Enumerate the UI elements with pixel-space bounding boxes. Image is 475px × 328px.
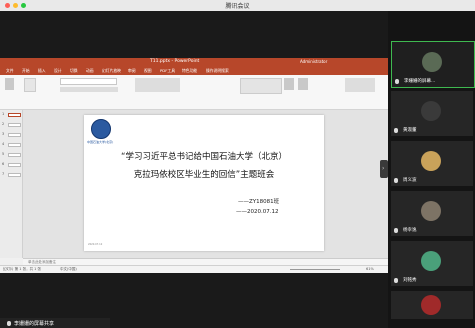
participant-name: 李姗姗的屏幕... — [404, 79, 436, 84]
share-label: 李姗姗的屏幕共享 — [14, 321, 55, 327]
participant-name: 杨幸逸 — [403, 228, 417, 233]
thumb-number: 7 — [2, 172, 5, 176]
ppt-user: Administrator — [300, 59, 328, 64]
powerpoint-window: T11.pptx - PowerPoint Administrator 文件 开… — [0, 58, 388, 273]
arrange-icon[interactable] — [284, 78, 294, 90]
mic-icon — [394, 278, 398, 283]
tab-features[interactable]: 特色功能 — [182, 68, 197, 74]
university-logo — [91, 119, 111, 139]
participant-tile[interactable]: 黄淑董 — [391, 91, 473, 136]
slide-thumbnail[interactable] — [8, 113, 21, 117]
avatar — [421, 251, 441, 271]
font-box[interactable] — [60, 78, 117, 85]
tab-animations[interactable]: 动画 — [86, 68, 94, 74]
ppt-ribbon — [0, 75, 388, 110]
ppt-title-bar: T11.pptx - PowerPoint Administrator — [0, 58, 388, 67]
participant-name: 黄淑董 — [403, 128, 417, 133]
thumb-number: 5 — [2, 152, 5, 156]
tab-insert[interactable]: 插入 — [38, 68, 46, 74]
thumb-number: 6 — [2, 162, 5, 166]
slide-footer-date: 2020.07.12 — [88, 243, 103, 246]
window-title: 腾讯会议 — [225, 3, 250, 10]
participant-tile[interactable]: 李姗姗的屏幕... — [391, 41, 475, 88]
slide-canvas: 中国石油大学(北京) “学习习近平总书记给中国石油大学（北京） 克拉玛依校区毕业… — [23, 110, 388, 258]
participant-tile[interactable]: 刘铭秀 — [391, 241, 473, 286]
quick-styles-icon[interactable] — [298, 78, 308, 90]
current-slide[interactable]: 中国石油大学(北京) “学习习近平总书记给中国石油大学（北京） 克拉玛依校区毕业… — [84, 115, 324, 251]
logo-caption: 中国石油大学(北京) — [87, 140, 114, 144]
participant-tile[interactable]: 杨幸逸 — [391, 191, 473, 236]
tab-file[interactable]: 文件 — [6, 68, 14, 74]
tab-home[interactable]: 开始 — [22, 68, 30, 74]
thumb-number: 2 — [2, 122, 5, 126]
slide-thumbnail[interactable] — [8, 143, 21, 147]
mic-icon — [394, 128, 398, 133]
slide-date: ——2020.07.12 — [236, 209, 279, 215]
language: 中文(中国) — [60, 267, 77, 271]
new-slide-icon[interactable] — [24, 78, 36, 92]
zoom-level: 61% — [366, 267, 374, 271]
slide-thumbnail-pane: 1 2 3 4 5 6 7 — [0, 110, 23, 258]
participant-tile[interactable]: 周义波 — [391, 141, 473, 186]
thumb-number: 3 — [2, 132, 5, 136]
participant-name: 周义波 — [403, 178, 417, 183]
slide-count: 幻灯片 第 1 张，共 1 张 — [3, 267, 42, 271]
participant-video — [422, 52, 442, 72]
tell-me-search[interactable]: 操作说明搜索 — [206, 68, 229, 74]
slide-class: ——ZY18081班 — [238, 199, 280, 205]
slide-thumbnail[interactable] — [8, 133, 21, 137]
tab-slideshow[interactable]: 幻灯片放映 — [102, 68, 121, 74]
tab-review[interactable]: 审阅 — [128, 68, 136, 74]
format-icons[interactable] — [60, 87, 118, 92]
paste-icon[interactable] — [5, 78, 14, 90]
slide-title-line-2: 克拉玛依校区毕业生的回信”主题班会 — [133, 170, 275, 180]
collapse-sidebar-button[interactable]: › — [380, 160, 388, 178]
tab-pdf-tools[interactable]: PDF工具 — [160, 68, 175, 74]
avatar — [421, 101, 441, 121]
title-bar: 腾讯会议 — [0, 0, 475, 11]
slide-title-line-1: “学习习近平总书记给中国石油大学（北京） — [121, 152, 287, 162]
participant-tile[interactable] — [391, 291, 473, 319]
screen-share-label: 李姗姗的屏幕共享 — [0, 318, 110, 328]
ppt-ribbon-tabs: 文件 开始 插入 设计 切换 动画 幻灯片放映 审阅 视图 PDF工具 特色功能… — [0, 67, 388, 75]
slide-thumbnail[interactable] — [8, 173, 21, 177]
slide-thumbnail[interactable] — [8, 163, 21, 167]
avatar — [421, 151, 441, 171]
zoom-slider[interactable] — [290, 269, 340, 270]
mic-icon — [394, 178, 398, 183]
avatar — [421, 295, 441, 315]
mic-icon — [394, 228, 398, 233]
tab-view[interactable]: 视图 — [144, 68, 152, 74]
ppt-file-title: T11.pptx - PowerPoint — [150, 59, 200, 64]
ppt-status-bar: 幻灯片 第 1 张，共 1 张 中文(中国) 61% — [0, 265, 388, 273]
participant-name: 刘铭秀 — [403, 278, 417, 283]
chevron-right-icon: › — [382, 165, 385, 172]
thumb-number: 4 — [2, 142, 5, 146]
tab-transitions[interactable]: 切换 — [70, 68, 78, 74]
tab-design[interactable]: 设计 — [54, 68, 62, 74]
paragraph-icons[interactable] — [135, 78, 180, 92]
mic-icon — [7, 321, 11, 326]
slide-thumbnail[interactable] — [8, 153, 21, 157]
slide-thumbnail[interactable] — [8, 123, 21, 127]
mic-icon — [395, 79, 399, 84]
avatar — [421, 201, 441, 221]
thumb-number: 1 — [2, 112, 5, 116]
editing-icons[interactable] — [345, 78, 375, 92]
shapes-gallery[interactable] — [240, 78, 282, 94]
